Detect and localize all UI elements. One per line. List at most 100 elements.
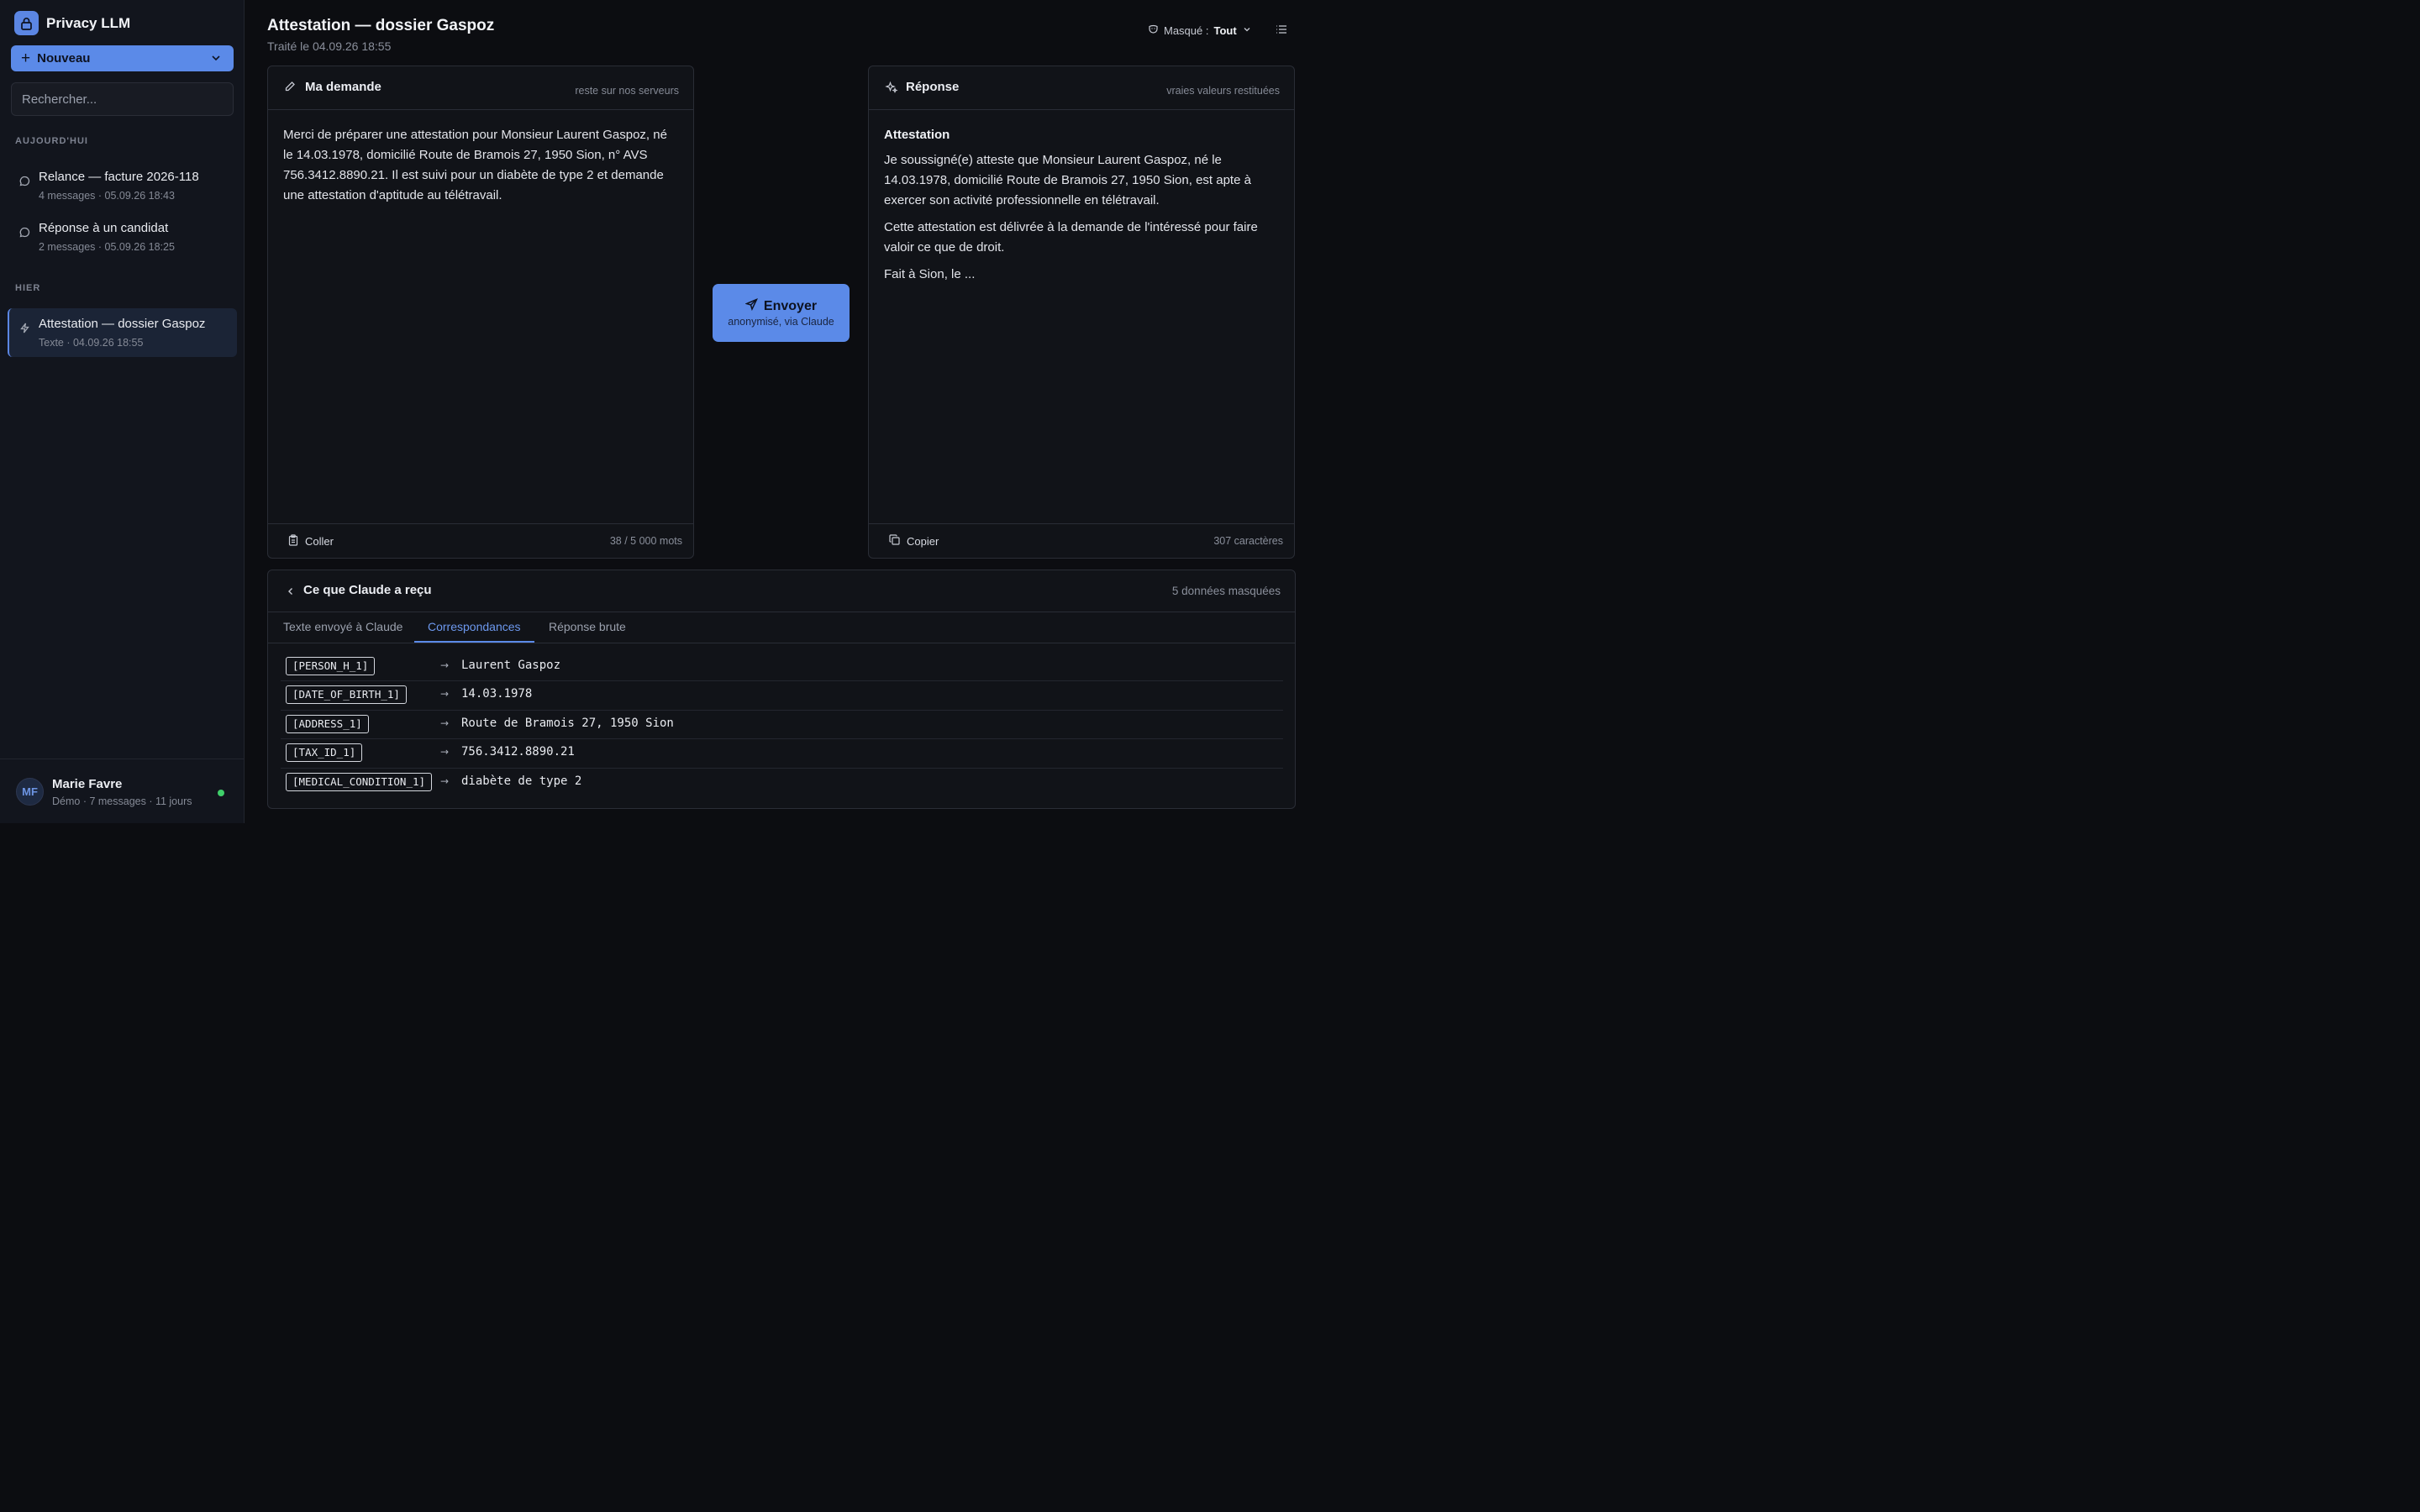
word-count: 38 / 5 000 mots — [609, 535, 682, 547]
page-subtitle: Traité le 04.09.26 18:55 — [267, 39, 392, 53]
lock-icon — [14, 11, 39, 35]
copy-button[interactable]: Copier — [889, 534, 939, 548]
arrow-right-icon: → — [440, 717, 450, 729]
tab-raw-response[interactable]: Réponse brute — [549, 620, 626, 633]
mapping-token: [ADDRESS_1] — [286, 714, 369, 733]
response-paragraph: Fait à Sion, le ... — [884, 267, 976, 281]
list-menu-icon[interactable] — [1275, 23, 1288, 40]
received-panel-header[interactable]: Ce que Claude a reçu 5 données masquées — [268, 570, 1295, 612]
sparkle-icon — [885, 81, 898, 98]
brand[interactable]: Privacy LLM — [14, 11, 130, 35]
app-window: Privacy LLM + Nouveau AUJOURD'HUI Relanc… — [0, 0, 1318, 823]
conversation-title: Relance — facture 2026-118 — [39, 170, 199, 184]
response-paragraph: Je soussigné(e) atteste que Monsieur Lau… — [884, 153, 1251, 207]
response-panel-title: Réponse — [906, 80, 960, 94]
mapping-token: [TAX_ID_1] — [286, 743, 363, 763]
mapping-row: [TAX_ID_1] → 756.3412.8890.21 — [281, 739, 1283, 769]
request-text[interactable]: Merci de préparer une attestation pour M… — [268, 110, 693, 206]
mapping-token: [DATE_OF_BIRTH_1] — [286, 685, 407, 705]
request-panel-title: Ma demande — [305, 80, 381, 94]
chat-bubble-icon — [19, 176, 30, 191]
send-icon — [744, 298, 758, 315]
conversation-title: Attestation — dossier Gaspoz — [39, 317, 206, 331]
lightning-icon — [19, 323, 30, 338]
mapping-value: Route de Bramois 27, 1950 Sion — [461, 716, 674, 730]
mapping-token: [MEDICAL_CONDITION_1] — [286, 772, 433, 791]
copy-icon — [889, 534, 900, 548]
send-button-main: Envoyer — [713, 298, 850, 315]
user-name: Marie Favre — [52, 777, 123, 791]
section-label-today: AUJOURD'HUI — [15, 136, 88, 146]
paste-button-label: Coller — [305, 535, 334, 548]
arrow-right-icon: → — [440, 774, 450, 787]
mapping-row: [ADDRESS_1] → Route de Bramois 27, 1950 … — [281, 711, 1283, 740]
request-panel-footer: Coller 38 / 5 000 mots — [268, 523, 693, 558]
conversation-item[interactable]: Réponse à un candidat 2 messages · 05.09… — [8, 213, 237, 261]
new-button-label: Nouveau — [37, 51, 91, 66]
response-panel-header: Réponse vraies valeurs restituées — [869, 66, 1294, 110]
mappings-table: [PERSON_H_1] → Laurent Gaspoz [DATE_OF_B… — [281, 653, 1283, 797]
send-button-sublabel: anonymisé, via Claude — [728, 316, 834, 328]
chat-bubble-icon — [19, 227, 30, 242]
mapping-value: 756.3412.8890.21 — [461, 745, 575, 759]
copy-button-label: Copier — [907, 534, 939, 548]
mapping-value: Laurent Gaspoz — [461, 659, 561, 672]
arrow-right-icon: → — [440, 746, 450, 759]
user-profile[interactable]: MF Marie Favre Démo · 7 messages · 11 jo… — [0, 759, 245, 823]
request-panel: Ma demande reste sur nos serveurs Merci … — [267, 66, 694, 559]
sidebar: Privacy LLM + Nouveau AUJOURD'HUI Relanc… — [0, 0, 245, 823]
masked-data-count: 5 données masquées — [1171, 585, 1281, 597]
conversation-meta: 2 messages · 05.09.26 18:25 — [39, 241, 175, 253]
received-panel-title: Ce que Claude a reçu — [303, 583, 432, 597]
conversation-meta: Texte · 04.09.26 18:55 — [39, 337, 144, 349]
user-meta: Démo · 7 messages · 11 jours — [52, 795, 192, 807]
response-heading: Attestation — [884, 128, 950, 142]
conversation-title: Réponse à un candidat — [39, 221, 169, 235]
arrow-right-icon: → — [440, 659, 450, 671]
active-tab-indicator — [414, 641, 534, 643]
arrow-right-icon: → — [440, 688, 450, 701]
response-text: Attestation Je soussigné(e) atteste que … — [869, 110, 1294, 285]
received-tabs: Texte envoyé à Claude Correspondances Ré… — [268, 612, 1295, 643]
send-button-label: Envoyer — [763, 299, 818, 313]
section-label-yesterday: HIER — [15, 283, 41, 293]
request-panel-note: reste sur nos serveurs — [575, 85, 679, 97]
tab-mappings[interactable]: Correspondances — [428, 620, 521, 633]
mapping-value: 14.03.1978 — [461, 687, 533, 701]
response-panel-footer: Copier 307 caractères — [869, 523, 1294, 558]
chevron-left-icon[interactable] — [286, 585, 296, 601]
mapping-row: [DATE_OF_BIRTH_1] → 14.03.1978 — [281, 681, 1283, 711]
conversation-item-active[interactable]: Attestation — dossier Gaspoz Texte · 04.… — [8, 308, 237, 357]
mapping-row: [PERSON_H_1] → Laurent Gaspoz — [281, 653, 1283, 682]
page-title: Attestation — dossier Gaspoz — [267, 17, 495, 34]
search-input[interactable] — [12, 83, 233, 115]
chevron-down-icon[interactable] — [210, 52, 222, 67]
chevron-down-icon — [1242, 24, 1252, 37]
tab-sent-text[interactable]: Texte envoyé à Claude — [283, 620, 402, 633]
conversation-meta: 4 messages · 05.09.26 18:43 — [39, 190, 175, 202]
mapping-row: [MEDICAL_CONDITION_1] → diabète de type … — [281, 769, 1283, 797]
avatar: MF — [16, 778, 44, 806]
conversation-item[interactable]: Relance — facture 2026-118 4 messages · … — [8, 161, 237, 210]
mapping-value: diabète de type 2 — [461, 774, 582, 788]
pencil-icon — [284, 81, 296, 97]
plus-icon: + — [21, 50, 31, 67]
search-box — [11, 82, 234, 116]
mask-icon — [1148, 24, 1159, 37]
paste-button[interactable]: Coller — [288, 534, 334, 549]
online-status-dot — [218, 790, 224, 796]
new-button[interactable]: + Nouveau — [11, 45, 234, 71]
mask-select[interactable]: Masqué : Tout — [1148, 24, 1252, 37]
mapping-token: [PERSON_H_1] — [286, 657, 376, 675]
app-name: Privacy LLM — [46, 14, 131, 31]
request-panel-header: Ma demande reste sur nos serveurs — [268, 66, 693, 110]
response-panel-note: vraies valeurs restituées — [1166, 85, 1280, 97]
send-button[interactable]: Envoyer anonymisé, via Claude — [713, 284, 850, 342]
mask-label: Masqué : — [1164, 24, 1209, 37]
request-text-content: Merci de préparer une attestation pour M… — [283, 128, 667, 202]
mask-value: Tout — [1213, 24, 1237, 37]
character-count: 307 caractères — [1213, 535, 1283, 547]
clipboard-icon — [288, 534, 298, 549]
response-paragraph: Cette attestation est délivrée à la dema… — [884, 220, 1258, 255]
response-panel: Réponse vraies valeurs restituées Attest… — [868, 66, 1295, 559]
